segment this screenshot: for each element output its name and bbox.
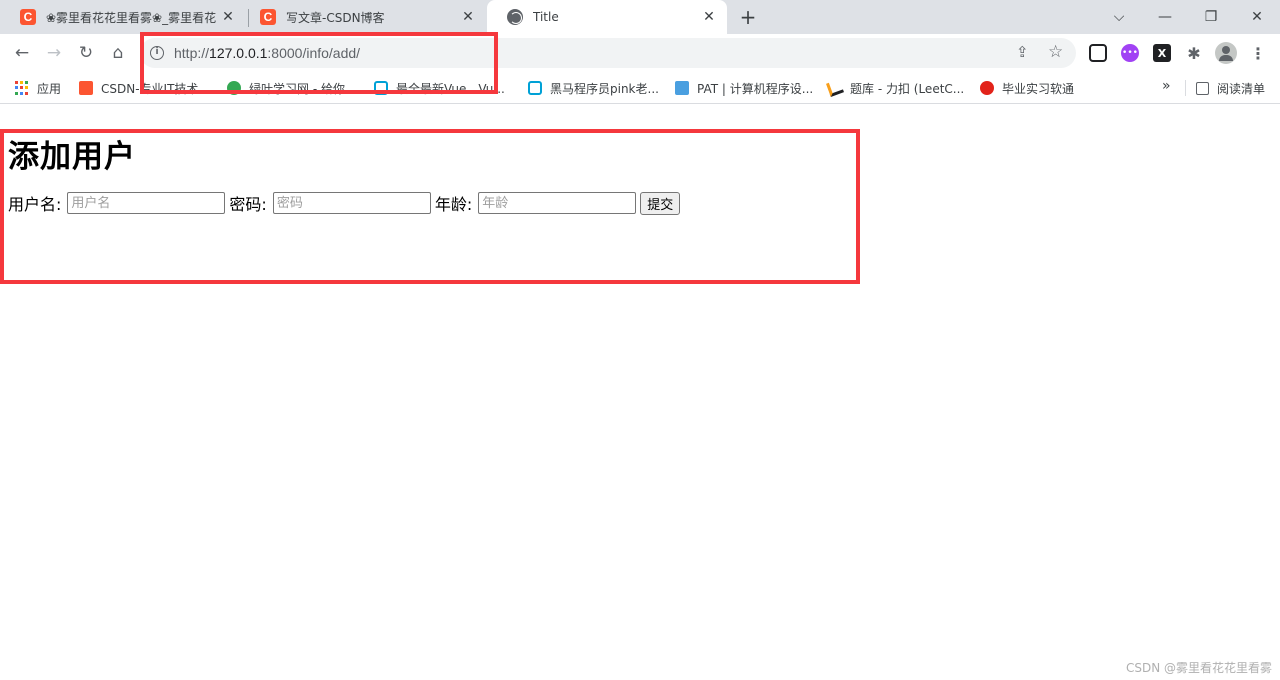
bookmark-pat[interactable]: PAT | 计算机程序设...: [675, 79, 813, 97]
bilibili-icon: [374, 81, 388, 95]
add-user-form: 用户名: 密码: 年龄: 提交: [8, 191, 681, 215]
bookmark-icon: [980, 81, 994, 95]
divider: [1185, 80, 1186, 96]
bookmark-csdn[interactable]: CSDN-专业IT技术...: [79, 79, 210, 97]
bookmark-lvye[interactable]: 绿叶学习网 - 给你...: [227, 79, 356, 97]
csdn-icon: C: [20, 9, 36, 25]
pat-icon: [675, 81, 689, 95]
leaf-icon: [227, 81, 241, 95]
minimize-button[interactable]: —: [1142, 0, 1188, 34]
menu-icon[interactable]: ⋮: [1249, 44, 1267, 63]
tab-title: 写文章-CSDN博客: [286, 10, 385, 25]
url-scheme: http://: [174, 45, 210, 61]
extension-icon[interactable]: [1089, 44, 1107, 62]
extension-icon[interactable]: X: [1153, 44, 1171, 62]
age-label: 年龄:: [434, 195, 473, 214]
extension-icon[interactable]: •••: [1121, 44, 1139, 62]
tab-search-icon[interactable]: ⌵: [1096, 0, 1142, 34]
restore-button[interactable]: ❐: [1188, 0, 1234, 34]
password-input[interactable]: [272, 192, 431, 214]
globe-icon: [507, 9, 523, 25]
tab-csdn-profile[interactable]: C ❀雾里看花花里看雾❀_雾里看花 ✕: [0, 0, 246, 34]
bookmark-leetcode[interactable]: 题库 - 力扣 (LeetC...: [826, 79, 965, 97]
address-bar[interactable]: i http://127.0.0.1:8000/info/add/ ⇪ ☆: [140, 38, 1076, 68]
tab-csdn-write[interactable]: C 写文章-CSDN博客 ✕: [240, 0, 486, 34]
close-tab-icon[interactable]: ✕: [218, 7, 238, 27]
tab-title: ❀雾里看花花里看雾❀_雾里看花: [46, 10, 217, 25]
close-tab-icon[interactable]: ✕: [699, 7, 719, 27]
tab-title: Title: [533, 10, 559, 24]
csdn-icon: [79, 81, 93, 95]
reading-list-icon: [1196, 81, 1209, 95]
forward-button[interactable]: →: [40, 39, 68, 67]
new-tab-button[interactable]: +: [736, 5, 760, 29]
age-input[interactable]: [478, 192, 637, 214]
page-content: 添加用户 用户名: 密码: 年龄: 提交 CSDN @雾里看花花里看雾: [0, 105, 1280, 680]
extensions-puzzle-icon[interactable]: ✱: [1185, 44, 1203, 63]
password-label: 密码:: [229, 195, 267, 214]
url-path: :8000/info/add/: [267, 45, 361, 61]
home-button[interactable]: ⌂: [104, 39, 132, 67]
url-host: 127.0.0.1: [209, 45, 268, 61]
bookmark-label: 应用: [37, 81, 62, 96]
bookmark-label: 毕业实习软通: [1002, 81, 1075, 96]
bookmark-internship[interactable]: 毕业实习软通: [980, 79, 1074, 97]
apps-icon: [15, 81, 29, 95]
reading-list-button[interactable]: 阅读清单: [1196, 79, 1265, 97]
bilibili-icon: [528, 81, 542, 95]
bookmark-label: 黑马程序员pink老...: [550, 81, 659, 96]
watermark: CSDN @雾里看花花里看雾: [1125, 661, 1272, 675]
bookmarks-bar: 应用 CSDN-专业IT技术... 绿叶学习网 - 给你... 最全最新Vue、…: [0, 72, 1280, 104]
browser-toolbar: ← → ↻ ⌂ i http://127.0.0.1:8000/info/add…: [0, 34, 1280, 72]
username-label: 用户名:: [8, 195, 62, 214]
bookmark-label: PAT | 计算机程序设...: [697, 81, 814, 96]
bookmark-label: 最全最新Vue、Vu...: [396, 81, 505, 96]
bookmark-label: 绿叶学习网 - 给你...: [249, 81, 357, 96]
close-tab-icon[interactable]: ✕: [458, 7, 478, 27]
url-text[interactable]: http://127.0.0.1:8000/info/add/: [174, 45, 360, 61]
tab-strip: C ❀雾里看花花里看雾❀_雾里看花 ✕ C 写文章-CSDN博客 ✕ Title…: [0, 0, 1280, 34]
reading-list-label: 阅读清单: [1217, 81, 1266, 96]
tab-title-page[interactable]: Title ✕: [487, 0, 727, 34]
site-info-icon[interactable]: i: [150, 46, 164, 60]
page-title: 添加用户: [8, 139, 136, 175]
bookmark-pink[interactable]: 黑马程序员pink老...: [528, 79, 659, 97]
back-button[interactable]: ←: [8, 39, 36, 67]
leetcode-icon: [826, 79, 844, 97]
csdn-icon: C: [260, 9, 276, 25]
reload-button[interactable]: ↻: [72, 39, 100, 67]
submit-button[interactable]: 提交: [640, 191, 681, 215]
username-input[interactable]: [67, 192, 226, 214]
bookmark-star-icon[interactable]: ☆: [1048, 42, 1063, 62]
bookmark-label: CSDN-专业IT技术...: [101, 81, 210, 96]
bookmark-label: 题库 - 力扣 (LeetC...: [850, 81, 965, 96]
more-bookmarks-icon[interactable]: »: [1162, 78, 1171, 94]
bookmark-vue[interactable]: 最全最新Vue、Vu...: [374, 79, 505, 97]
share-icon[interactable]: ⇪: [1016, 43, 1029, 61]
bookmark-apps[interactable]: 应用: [15, 79, 61, 97]
close-window-button[interactable]: ✕: [1234, 0, 1280, 34]
profile-avatar[interactable]: [1215, 42, 1237, 64]
